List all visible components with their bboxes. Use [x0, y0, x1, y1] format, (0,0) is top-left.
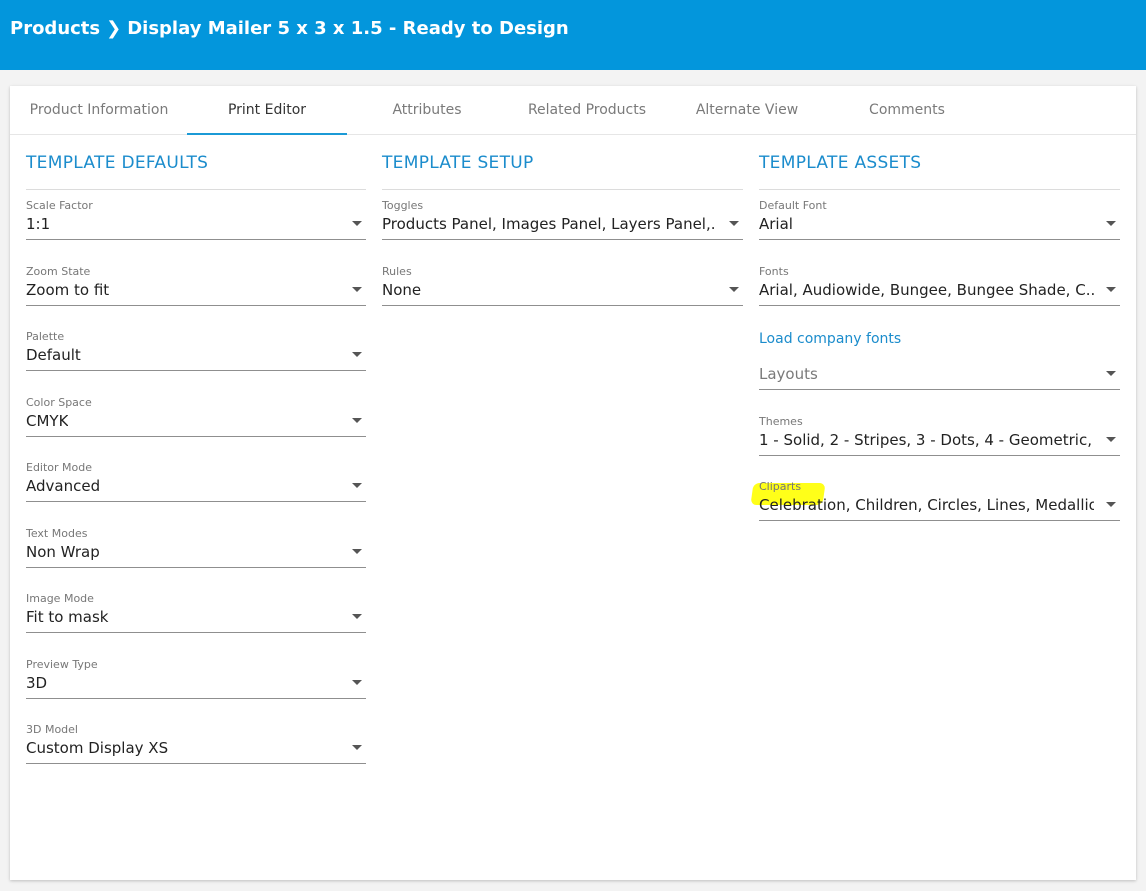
- default-font-select[interactable]: Default Font Arial: [759, 199, 1120, 241]
- template-defaults-title: TEMPLATE DEFAULTS: [26, 153, 209, 173]
- field-value: Default: [26, 346, 81, 364]
- cliparts-select[interactable]: Cliparts Celebration, Children, Circles,…: [759, 480, 1120, 522]
- field-underline: [382, 305, 743, 306]
- field-label: Editor Mode: [26, 461, 93, 474]
- field-label: Themes: [759, 415, 803, 428]
- tab-attributes[interactable]: Attributes: [347, 86, 507, 134]
- tab-print-editor[interactable]: Print Editor: [187, 86, 347, 135]
- editor-mode-select[interactable]: Editor Mode Advanced: [26, 461, 366, 503]
- field-label: Color Space: [26, 396, 92, 409]
- field-label: Rules: [382, 265, 412, 278]
- 3d-model-select[interactable]: 3D Model Custom Display XS: [26, 723, 366, 765]
- field-label: Preview Type: [26, 658, 98, 671]
- field-label: 3D Model: [26, 723, 78, 736]
- dropdown-arrow-icon[interactable]: [352, 614, 362, 619]
- field-value: Products Panel, Images Panel, Layers Pan…: [382, 215, 717, 233]
- dropdown-arrow-icon[interactable]: [729, 221, 739, 226]
- field-underline: [26, 370, 366, 371]
- field-value: Celebration, Children, Circles, Lines, M…: [759, 496, 1094, 514]
- rules-select[interactable]: Rules None: [382, 265, 743, 307]
- field-value: Zoom to fit: [26, 281, 110, 299]
- image-mode-select[interactable]: Image Mode Fit to mask: [26, 592, 366, 634]
- template-assets-title: TEMPLATE ASSETS: [759, 153, 922, 173]
- dropdown-arrow-icon[interactable]: [1106, 221, 1116, 226]
- field-label: Default Font: [759, 199, 827, 212]
- field-underline: [26, 698, 366, 699]
- template-setup-title: TEMPLATE SETUP: [382, 153, 534, 173]
- field-label: Text Modes: [26, 527, 88, 540]
- scale-factor-select[interactable]: Scale Factor 1:1: [26, 199, 366, 241]
- field-value: 3D: [26, 674, 48, 692]
- field-underline: [759, 239, 1120, 240]
- page-header: Products ❯ Display Mailer 5 x 3 x 1.5 - …: [0, 0, 1146, 70]
- field-label: Zoom State: [26, 265, 91, 278]
- color-space-select[interactable]: Color Space CMYK: [26, 396, 366, 438]
- dropdown-arrow-icon[interactable]: [352, 745, 362, 750]
- field-underline: [759, 455, 1120, 456]
- field-value: None: [382, 281, 422, 299]
- section-divider: [759, 189, 1120, 190]
- dropdown-arrow-icon[interactable]: [1106, 437, 1116, 442]
- field-label: Image Mode: [26, 592, 94, 605]
- page-title: Display Mailer 5 x 3 x 1.5 - Ready to De…: [127, 18, 569, 39]
- product-card: Product Information Print Editor Attribu…: [10, 86, 1136, 880]
- tab-product-information[interactable]: Product Information: [19, 86, 179, 134]
- dropdown-arrow-icon[interactable]: [352, 287, 362, 292]
- field-value: 1:1: [26, 215, 51, 233]
- breadcrumb-products-link[interactable]: Products: [10, 18, 100, 39]
- field-underline: [759, 520, 1120, 521]
- field-label: Palette: [26, 330, 65, 343]
- field-underline: [382, 239, 743, 240]
- layouts-select[interactable]: Layouts: [759, 349, 1120, 391]
- dropdown-arrow-icon[interactable]: [352, 352, 362, 357]
- themes-select[interactable]: Themes 1 - Solid, 2 - Stripes, 3 - Dots,…: [759, 415, 1120, 457]
- field-value: Fit to mask: [26, 608, 109, 626]
- field-underline: [759, 305, 1120, 306]
- dropdown-arrow-icon[interactable]: [729, 287, 739, 292]
- field-value: 1 - Solid, 2 - Stripes, 3 - Dots, 4 - Ge…: [759, 431, 1094, 449]
- tab-bar: Product Information Print Editor Attribu…: [10, 86, 1136, 135]
- tab-comments[interactable]: Comments: [827, 86, 987, 134]
- breadcrumb-separator-icon: ❯: [106, 18, 122, 39]
- field-value: Custom Display XS: [26, 739, 169, 757]
- field-underline: [759, 389, 1120, 390]
- field-value: CMYK: [26, 412, 69, 430]
- field-label: Scale Factor: [26, 199, 93, 212]
- dropdown-arrow-icon[interactable]: [352, 680, 362, 685]
- field-underline: [26, 763, 366, 764]
- dropdown-arrow-icon[interactable]: [352, 483, 362, 488]
- field-underline: [26, 567, 366, 568]
- toggles-select[interactable]: Toggles Products Panel, Images Panel, La…: [382, 199, 743, 241]
- palette-select[interactable]: Palette Default: [26, 330, 366, 372]
- layouts-placeholder: Layouts: [759, 365, 818, 383]
- text-modes-select[interactable]: Text Modes Non Wrap: [26, 527, 366, 569]
- dropdown-arrow-icon[interactable]: [1106, 287, 1116, 292]
- dropdown-arrow-icon[interactable]: [1106, 502, 1116, 507]
- field-underline: [26, 501, 366, 502]
- field-label: Cliparts: [759, 480, 802, 493]
- field-label: Fonts: [759, 265, 789, 278]
- field-underline: [26, 305, 366, 306]
- tab-related-products[interactable]: Related Products: [507, 86, 667, 134]
- zoom-state-select[interactable]: Zoom State Zoom to fit: [26, 265, 366, 307]
- dropdown-arrow-icon[interactable]: [352, 418, 362, 423]
- dropdown-arrow-icon[interactable]: [352, 549, 362, 554]
- field-value: Arial: [759, 215, 793, 233]
- dropdown-arrow-icon[interactable]: [1106, 371, 1116, 376]
- load-company-fonts-link[interactable]: Load company fonts: [759, 331, 901, 347]
- field-value: Advanced: [26, 477, 101, 495]
- breadcrumb: Products ❯ Display Mailer 5 x 3 x 1.5 - …: [10, 18, 569, 39]
- section-divider: [26, 189, 366, 190]
- field-value: Arial, Audiowide, Bungee, Bungee Shade, …: [759, 281, 1094, 299]
- field-underline: [26, 436, 366, 437]
- tab-alternate-view[interactable]: Alternate View: [667, 86, 827, 134]
- fonts-select[interactable]: Fonts Arial, Audiowide, Bungee, Bungee S…: [759, 265, 1120, 307]
- field-underline: [26, 239, 366, 240]
- field-underline: [26, 632, 366, 633]
- preview-type-select[interactable]: Preview Type 3D: [26, 658, 366, 700]
- field-label: Toggles: [382, 199, 424, 212]
- section-divider: [382, 189, 743, 190]
- field-value: Non Wrap: [26, 543, 100, 561]
- dropdown-arrow-icon[interactable]: [352, 221, 362, 226]
